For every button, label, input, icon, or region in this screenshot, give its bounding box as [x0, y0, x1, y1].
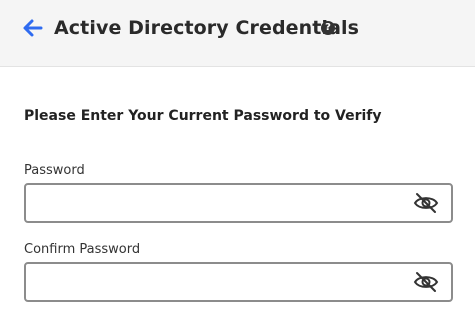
confirm-password-label: Confirm Password — [24, 242, 141, 257]
eye-slash-icon — [413, 192, 439, 214]
password-field[interactable] — [24, 183, 453, 223]
eye-slash-icon — [413, 271, 439, 293]
confirm-password-visibility-toggle[interactable] — [413, 271, 439, 293]
page-header: Active Directory Credentials ? — [0, 0, 475, 67]
arrow-left-icon — [20, 15, 46, 41]
password-input[interactable] — [34, 185, 404, 221]
page-title: Active Directory Credentials — [54, 17, 360, 39]
password-label: Password — [24, 163, 85, 178]
verify-heading: Please Enter Your Current Password to Ve… — [24, 108, 382, 124]
confirm-password-field[interactable] — [24, 262, 453, 302]
back-button[interactable] — [20, 15, 46, 41]
password-visibility-toggle[interactable] — [413, 192, 439, 214]
confirm-password-input[interactable] — [34, 264, 404, 300]
question-circle-icon[interactable]: ? — [321, 21, 335, 35]
